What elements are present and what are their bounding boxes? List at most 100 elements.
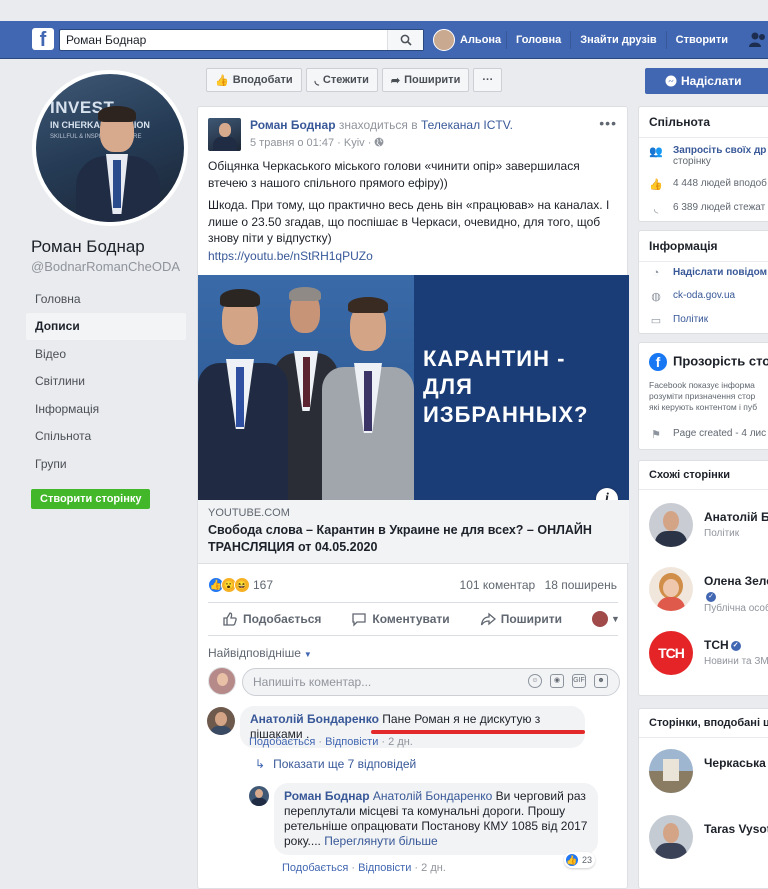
liked-page-2[interactable]: Taras Vysots: [649, 815, 768, 865]
page-name[interactable]: Роман Боднар: [31, 237, 145, 257]
similar-page-1[interactable]: Анатолій Бо Політик: [649, 503, 768, 553]
post-author-avatar[interactable]: [208, 118, 241, 151]
send-message-row[interactable]: ◔ Надіслати повідом: [649, 267, 767, 279]
similar-sub-2-text: Публічна особ: [704, 603, 768, 614]
like-page-label: Вподобати: [232, 74, 293, 86]
post-as-selector[interactable]: ▼: [591, 611, 620, 627]
show-more-replies[interactable]: ↳ Показати ще 7 відповідей: [255, 757, 416, 771]
comment-like-link[interactable]: Подобається: [249, 736, 315, 748]
page-nav-groups[interactable]: Групи: [26, 450, 186, 478]
website-link[interactable]: ck-oda.gov.ua: [673, 290, 735, 301]
similar-name-2: Олена Зеле: [704, 574, 768, 588]
page-nav-photos[interactable]: Світлини: [26, 368, 186, 396]
similar-title[interactable]: Схожі сторінки: [639, 461, 768, 490]
page-nav-about[interactable]: Інформація: [26, 395, 186, 423]
similar-name-3-text: ТСН: [704, 638, 729, 652]
website-row[interactable]: ◍ ck-oda.gov.ua: [649, 290, 735, 303]
reply-tag[interactable]: Анатолій Бондаренко: [373, 789, 492, 803]
category-link[interactable]: Політик: [673, 314, 708, 325]
community-card: Спільнота 👥 Запросіть своїх др сторінку 👍 4…: [638, 106, 768, 222]
like-page-button[interactable]: 👍 Вподобати: [206, 68, 302, 92]
likes-row: 👍 4 448 людей вподоб: [649, 178, 767, 191]
nav-find-friends[interactable]: Знайти друзів: [570, 31, 665, 49]
similar-sub-1: Політик: [704, 528, 740, 539]
facebook-logo-icon[interactable]: f: [32, 28, 54, 50]
reply-author[interactable]: Роман Боднар: [284, 789, 370, 803]
more-options-button[interactable]: ···: [473, 68, 503, 92]
comment-sort[interactable]: Найвідповідніше ▼: [208, 646, 312, 660]
community-title[interactable]: Спільнота: [639, 107, 768, 138]
reply-time[interactable]: 2 дн.: [421, 862, 446, 874]
liked-name-2: Taras Vysots: [704, 822, 768, 836]
emoji-icon[interactable]: ☺: [528, 674, 542, 688]
video-thumbnail[interactable]: КАРАНТИН - ДЛЯ ИЗБРАННЫХ? i: [198, 275, 629, 500]
nav-home[interactable]: Головна: [506, 31, 570, 49]
post-author-link[interactable]: Роман Боднар: [250, 118, 336, 132]
share-page-button[interactable]: ➦ Поширити: [381, 68, 470, 92]
thumb-title-line-2: ДЛЯ: [423, 374, 473, 399]
comment-time[interactable]: 2 дн.: [388, 736, 413, 748]
page-nav-community[interactable]: Спільнота: [26, 423, 186, 451]
page-handle[interactable]: @BodnarRomanCheODA: [31, 259, 180, 274]
chevron-down-icon: ▼: [610, 614, 620, 624]
liked-pages-card: Сторінки, вподобані ціє Черкаська о Tara…: [638, 708, 768, 889]
profile-link[interactable]: Альона: [433, 22, 501, 58]
comment-reply-link[interactable]: Відповісти: [325, 736, 378, 748]
invite-friends-row[interactable]: 👥 Запросіть своїх др сторінку: [649, 145, 766, 167]
post-share-button[interactable]: Поширити: [480, 611, 562, 627]
invite-friends-sub: сторінку: [673, 156, 711, 167]
similar-avatar-2: [649, 567, 693, 611]
reactions-summary[interactable]: 👍 😮 😆 167: [208, 577, 273, 593]
reply-reactions[interactable]: 👍 23: [564, 852, 596, 868]
camera-icon[interactable]: ◉: [550, 674, 564, 688]
search-icon: [400, 34, 412, 46]
share-page-label: Поширити: [404, 74, 461, 86]
show-more-replies-label: Показати ще 7 відповідей: [273, 757, 417, 771]
follows-row: ◟ 6 389 людей стежат: [649, 202, 765, 215]
link-preview[interactable]: YOUTUBE.COM Свобода слова – Карантин в У…: [198, 500, 629, 564]
page-nav-videos[interactable]: Відео: [26, 340, 186, 368]
post-place-link[interactable]: Телеканал ICTV.: [421, 118, 513, 132]
comments-count[interactable]: 101 коментар: [460, 578, 536, 592]
invite-friends-link[interactable]: Запросіть своїх др: [673, 145, 766, 156]
liked-title[interactable]: Сторінки, вподобані ціє: [639, 709, 768, 738]
reply-avatar[interactable]: [249, 786, 269, 806]
thumb-title-line-3: ИЗБРАННЫХ?: [423, 402, 589, 427]
search-input[interactable]: [60, 30, 380, 50]
post-comment-button[interactable]: Коментувати: [351, 611, 450, 627]
search-button[interactable]: [387, 30, 423, 50]
post-menu-icon[interactable]: •••: [599, 115, 617, 131]
create-page-button[interactable]: Створити сторінку: [31, 489, 151, 509]
search-box[interactable]: [59, 29, 424, 51]
post-date[interactable]: 5 травня о 01:47 · Kyiv ·: [250, 137, 371, 149]
similar-page-2[interactable]: Олена Зеле ✓ Публічна особ: [649, 567, 768, 617]
rss-icon: ◟: [314, 74, 319, 87]
thumbs-up-icon: [223, 612, 237, 626]
reply-reply-link[interactable]: Відповісти: [358, 862, 411, 874]
post-link[interactable]: https://youtu.be/nStRH1qPUZo: [208, 249, 373, 263]
comment-author[interactable]: Анатолій Бондаренко: [250, 712, 379, 726]
shares-count[interactable]: 18 поширень: [545, 578, 617, 592]
gif-icon[interactable]: GIF: [572, 674, 586, 688]
similar-page-3[interactable]: ТСН ТСН ✓ Новини та ЗМ: [649, 631, 768, 681]
post-like-button[interactable]: Подобається: [222, 611, 321, 627]
page-created-row[interactable]: ⚑ Page created - 4 лис: [649, 428, 766, 441]
transparency-title-row[interactable]: f Прозорість сто: [649, 353, 768, 371]
page-nav-posts[interactable]: Дописи: [26, 312, 186, 340]
liked-page-1[interactable]: Черкаська о: [649, 749, 768, 799]
see-more-link[interactable]: Переглянути більше: [324, 834, 438, 848]
comment-avatar[interactable]: [207, 707, 235, 735]
sticker-icon[interactable]: ☻: [594, 674, 608, 688]
reply-like-link[interactable]: Подобається: [282, 862, 348, 874]
category-row[interactable]: ▭ Політик: [649, 314, 708, 327]
send-message-button[interactable]: Надіслати: [645, 68, 768, 94]
thumbs-up-icon: 👍: [649, 179, 663, 191]
send-message-link[interactable]: Надіслати повідом: [673, 267, 767, 278]
page-avatar[interactable]: INVEST IN CHERKASY REGION SKILLFUL & INS…: [32, 70, 188, 226]
nav-create[interactable]: Створити: [665, 31, 737, 49]
page-nav-home[interactable]: Головна: [26, 285, 186, 313]
friend-requests-icon[interactable]: [748, 31, 768, 49]
comment-meta: Подобається · Відповісти · 2 дн.: [249, 736, 413, 748]
follow-button[interactable]: ◟ Стежити: [305, 68, 378, 92]
info-title[interactable]: Інформація: [639, 231, 768, 262]
